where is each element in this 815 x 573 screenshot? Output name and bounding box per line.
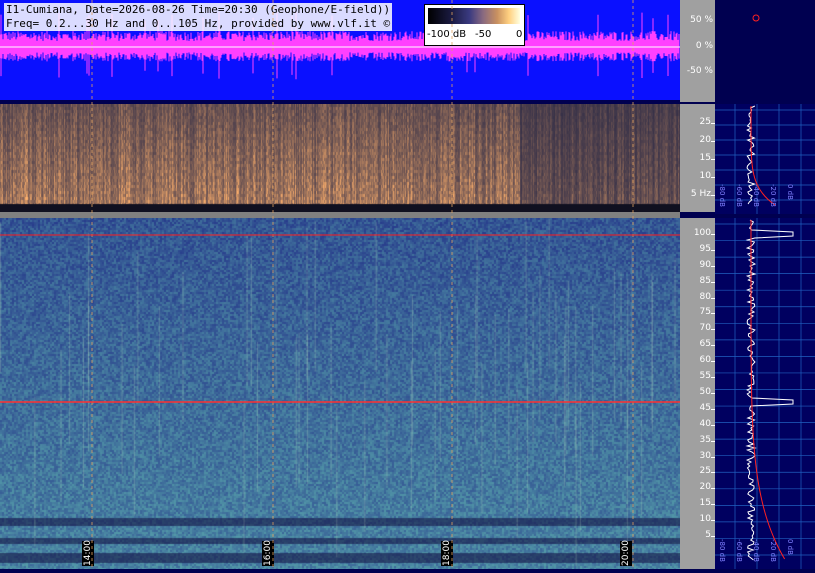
main-freq-tick-label: 10	[699, 514, 711, 525]
scale-max-label: 0	[516, 29, 523, 40]
main-freq-tick-label: 35	[699, 434, 711, 445]
profile-db-label: -60 dB	[735, 184, 743, 207]
scale-min-label: -100 dB	[427, 29, 467, 40]
waveform-side-panel	[715, 0, 815, 102]
main-freq-tick-label: 75	[699, 307, 711, 318]
profile-db-label: -20 dB	[769, 184, 777, 207]
main-freq-tick-label: 100	[693, 228, 711, 238]
main-spectrogram	[0, 218, 680, 569]
main-freq-tick-label: 85	[699, 275, 711, 286]
color-scale-bar	[428, 8, 520, 24]
main-freq-tick-label: 80	[699, 291, 711, 302]
profile-plot-main: -100 dB-80 dB-60 dB-40 dB-20 dB0 dB	[701, 218, 815, 569]
wave-axis-label: 50 %	[690, 15, 713, 25]
time-label: 16:00	[262, 540, 274, 566]
db-color-scale: -100 dB -50 0	[424, 4, 525, 46]
spectrogram-canvas-low	[0, 104, 680, 212]
low-freq-profile: -100 dB-80 dB-60 dB-40 dB-20 dB0 dB	[701, 104, 815, 214]
profile-db-label: 0 dB	[786, 539, 794, 555]
profile-db-label: -80 dB	[718, 539, 726, 562]
main-freq-tick-label: 65	[699, 339, 711, 350]
profile-db-label: 0 dB	[786, 184, 794, 200]
main-freq-tick-label: 90	[699, 259, 711, 270]
waveform-panel: I1-Cumiana, Date=2026-08-26 Time=20:30 (…	[0, 0, 680, 100]
profile-db-label: -40 dB	[752, 184, 760, 207]
main-freq-tick-label: 95	[699, 243, 711, 254]
profile-db-label: -20 dB	[769, 539, 777, 562]
station-title: I1-Cumiana, Date=2026-08-26 Time=20:30 (…	[4, 3, 393, 17]
main-freq-tick-label: 30	[699, 450, 711, 461]
main-freq-tick-label: 15	[699, 498, 711, 509]
main-freq-tick-label: 70	[699, 323, 711, 334]
spectrogram-canvas-main	[0, 218, 680, 569]
profile-db-label: -40 dB	[752, 539, 760, 562]
profile-plot-low: -100 dB-80 dB-60 dB-40 dB-20 dB0 dB	[701, 104, 815, 214]
time-label: 20:00	[620, 540, 632, 566]
low-frequency-spectrogram	[0, 104, 680, 212]
wave-axis-label: 0 %	[695, 41, 713, 51]
main-freq-tick-label: 5	[705, 530, 711, 540]
low-freq-tick-label: 10	[699, 171, 711, 181]
low-freq-tick-label: 5 Hz	[690, 189, 711, 199]
wave-axis-label: -50 %	[686, 66, 713, 76]
waveform-axis: 50 % 0 % -50 %	[680, 0, 715, 102]
low-freq-axis: 25 20 15 10 5 Hz	[680, 104, 715, 212]
main-freq-tick-label: 50	[699, 386, 711, 397]
frequency-info: Freq= 0.2...30 Hz and 0...105 Hz, provid…	[4, 17, 393, 31]
profile-db-label: -80 dB	[718, 184, 726, 207]
profile-db-label: -60 dB	[735, 539, 743, 562]
scale-mid-label: -50	[475, 29, 492, 40]
vlf-monitor-display: I1-Cumiana, Date=2026-08-26 Time=20:30 (…	[0, 0, 815, 569]
side-marker	[752, 14, 760, 22]
main-freq-tick-label: 45	[699, 402, 711, 413]
main-freq-tick-label: 55	[699, 371, 711, 382]
time-label: 14:00	[82, 540, 94, 566]
low-freq-tick-label: 15	[699, 153, 711, 163]
time-label: 18:00	[441, 540, 453, 566]
main-freq-tick-label: 60	[699, 355, 711, 366]
main-freq-tick-label: 20	[699, 482, 711, 493]
low-freq-tick-label: 20	[699, 135, 711, 145]
low-freq-tick-label: 25	[699, 117, 711, 127]
main-freq-tick-label: 25	[699, 466, 711, 477]
main-freq-tick-label: 40	[699, 418, 711, 429]
main-freq-profile: -100 dB-80 dB-60 dB-40 dB-20 dB0 dB	[701, 218, 815, 569]
main-freq-axis: 100 95 90 85 80 75 70 65 60 55 50 45 40 35 30 25 20 15 10 5	[680, 218, 715, 569]
